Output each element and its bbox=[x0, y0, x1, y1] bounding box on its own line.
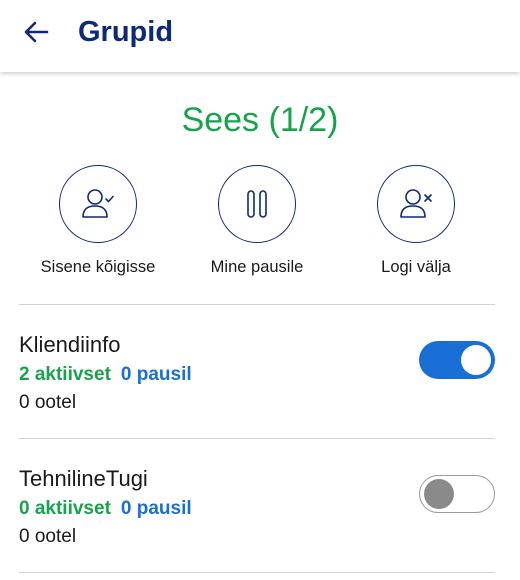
page-title: Grupid bbox=[78, 16, 174, 48]
divider bbox=[19, 572, 495, 573]
group-toggle-tehnilinetugi[interactable] bbox=[419, 475, 495, 513]
join-all-button[interactable]: Sisene kõigisse bbox=[18, 165, 178, 277]
waiting-count: 0 ootel bbox=[19, 392, 77, 413]
active-count: 2 aktiivset bbox=[19, 364, 111, 385]
pause-button[interactable]: Mine pausile bbox=[177, 165, 337, 277]
pause-icon bbox=[247, 190, 267, 218]
toggle-knob bbox=[461, 345, 491, 375]
toggle-knob bbox=[424, 478, 454, 509]
action-bar: Sisene kõigisse Mine pausile Logi välja bbox=[0, 165, 520, 285]
group-toggle-kliendiinfo[interactable] bbox=[419, 341, 495, 379]
user-check-icon bbox=[82, 189, 114, 218]
group-row-tehnilinetugi: TehnilineTugi 0 aktiivset 0 pausil 0 oote… bbox=[0, 465, 520, 580]
groups-screen: Grupid Sees (1/2) Sisene kõigisse Mine p… bbox=[0, 0, 520, 580]
waiting-count: 0 ootel bbox=[19, 526, 77, 547]
active-count: 0 aktiivset bbox=[19, 498, 111, 519]
back-button[interactable] bbox=[18, 14, 54, 50]
join-all-circle bbox=[59, 165, 137, 243]
pause-circle bbox=[218, 165, 296, 243]
group-name: TehnilineTugi bbox=[19, 466, 148, 491]
paused-count: 0 pausil bbox=[120, 498, 192, 519]
divider bbox=[19, 304, 495, 305]
arrow-left-icon bbox=[24, 21, 49, 43]
group-stats: 2 aktiivset 0 pausil bbox=[19, 363, 192, 387]
status-title: Sees (1/2) bbox=[181, 101, 339, 139]
user-x-icon bbox=[400, 189, 432, 218]
group-stats: 0 aktiivset 0 pausil bbox=[19, 497, 192, 521]
paused-count: 0 pausil bbox=[120, 364, 192, 385]
logout-button[interactable]: Logi välja bbox=[336, 165, 496, 277]
group-name: Kliendiinfo bbox=[19, 332, 121, 357]
divider bbox=[19, 438, 495, 439]
pause-label: Mine pausile bbox=[210, 258, 304, 276]
join-all-label: Sisene kõigisse bbox=[40, 258, 156, 276]
logout-circle bbox=[377, 165, 455, 243]
group-row-kliendiinfo: Kliendiinfo 2 aktiivset 0 pausil 0 ootel bbox=[0, 331, 520, 451]
app-header: Grupid bbox=[0, 0, 520, 72]
logout-label: Logi välja bbox=[381, 258, 451, 276]
